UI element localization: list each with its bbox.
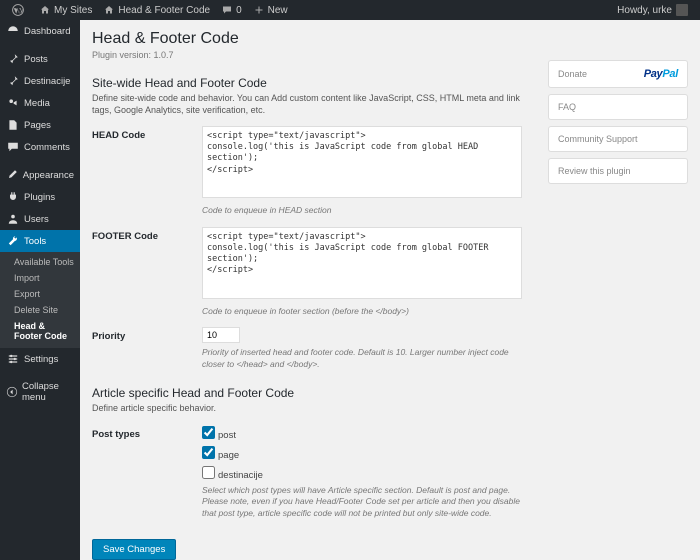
- settings-icon: [6, 353, 20, 365]
- pt-page-row[interactable]: page: [202, 445, 522, 461]
- account[interactable]: Howdy, urke: [611, 0, 694, 20]
- pt-post-checkbox[interactable]: [202, 426, 215, 439]
- paypal-logo: PayPal: [644, 68, 678, 80]
- menu-settings[interactable]: Settings: [0, 348, 80, 370]
- pin-icon: [6, 53, 20, 65]
- menu-plugins[interactable]: Plugins: [0, 186, 80, 208]
- head-code-label: HEAD Code: [92, 126, 202, 216]
- comments-count[interactable]: 0: [216, 0, 248, 20]
- head-code-textarea[interactable]: <script type="text/javascript"> console.…: [202, 126, 522, 198]
- menu-appearance[interactable]: Appearance: [0, 164, 80, 186]
- wp-logo[interactable]: [6, 0, 34, 20]
- sub-head-footer-code[interactable]: Head & Footer Code: [0, 318, 80, 344]
- plus-icon: [254, 5, 264, 15]
- sub-export[interactable]: Export: [0, 286, 80, 302]
- post-types-hint: Select which post types will have Articl…: [202, 485, 522, 519]
- menu-destinacije[interactable]: Destinacije: [0, 70, 80, 92]
- section-article-title: Article specific Head and Footer Code: [92, 386, 522, 400]
- card-faq[interactable]: FAQ: [548, 94, 688, 120]
- dashboard-icon: [6, 25, 20, 37]
- priority-input[interactable]: [202, 327, 240, 343]
- avatar: [676, 4, 688, 16]
- pin-icon: [6, 75, 20, 87]
- user-icon: [6, 213, 20, 225]
- menu-users[interactable]: Users: [0, 208, 80, 230]
- house-icon: [40, 5, 50, 15]
- media-icon: [6, 97, 20, 109]
- priority-hint: Priority of inserted head and footer cod…: [202, 347, 522, 370]
- site-name[interactable]: Head & Footer Code: [98, 0, 216, 20]
- new-content[interactable]: New: [248, 0, 294, 20]
- house-icon: [104, 5, 114, 15]
- menu-posts[interactable]: Posts: [0, 48, 80, 70]
- section-sitewide-title: Site-wide Head and Footer Code: [92, 76, 522, 90]
- admin-sidebar: Dashboard Posts Destinacije Media Pages …: [0, 20, 80, 560]
- pt-destinacije-checkbox[interactable]: [202, 466, 215, 479]
- footer-code-textarea[interactable]: <script type="text/javascript"> console.…: [202, 227, 522, 299]
- page-icon: [6, 119, 20, 131]
- admin-bar: My Sites Head & Footer Code 0 New Howdy,…: [0, 0, 700, 20]
- plugin-version: Plugin version: 1.0.7: [92, 50, 688, 60]
- comment-icon: [222, 5, 232, 15]
- head-code-hint: Code to enqueue in HEAD section: [202, 205, 522, 216]
- menu-tools[interactable]: Tools: [0, 230, 80, 252]
- card-donate[interactable]: Donate PayPal: [548, 60, 688, 88]
- save-changes-button[interactable]: Save Changes: [92, 539, 176, 560]
- card-review[interactable]: Review this plugin: [548, 158, 688, 184]
- pt-page-checkbox[interactable]: [202, 446, 215, 459]
- brush-icon: [6, 169, 19, 181]
- sub-import[interactable]: Import: [0, 270, 80, 286]
- menu-dashboard[interactable]: Dashboard: [0, 20, 80, 42]
- footer-code-label: FOOTER Code: [92, 227, 202, 317]
- sub-available-tools[interactable]: Available Tools: [0, 254, 80, 270]
- post-types-label: Post types: [92, 425, 202, 519]
- section-article-desc: Define article specific behavior.: [92, 403, 522, 415]
- plug-icon: [6, 191, 20, 203]
- wp-logo-icon: [12, 4, 24, 16]
- footer-code-hint: Code to enqueue in footer section (befor…: [202, 306, 522, 317]
- page-title: Head & Footer Code: [92, 30, 688, 48]
- wrench-icon: [6, 235, 20, 247]
- collapse-menu[interactable]: Collapse menu: [0, 376, 80, 408]
- sub-delete-site[interactable]: Delete Site: [0, 302, 80, 318]
- priority-label: Priority: [92, 327, 202, 370]
- card-community[interactable]: Community Support: [548, 126, 688, 152]
- menu-media[interactable]: Media: [0, 92, 80, 114]
- my-sites[interactable]: My Sites: [34, 0, 98, 20]
- pt-post-row[interactable]: post: [202, 425, 522, 441]
- submenu-tools: Available Tools Import Export Delete Sit…: [0, 252, 80, 348]
- comment-icon: [6, 141, 20, 153]
- menu-pages[interactable]: Pages: [0, 114, 80, 136]
- section-sitewide-desc: Define site-wide code and behavior. You …: [92, 93, 522, 116]
- pt-destinacije-row[interactable]: destinacije: [202, 465, 522, 481]
- collapse-icon: [6, 386, 18, 398]
- menu-comments[interactable]: Comments: [0, 136, 80, 158]
